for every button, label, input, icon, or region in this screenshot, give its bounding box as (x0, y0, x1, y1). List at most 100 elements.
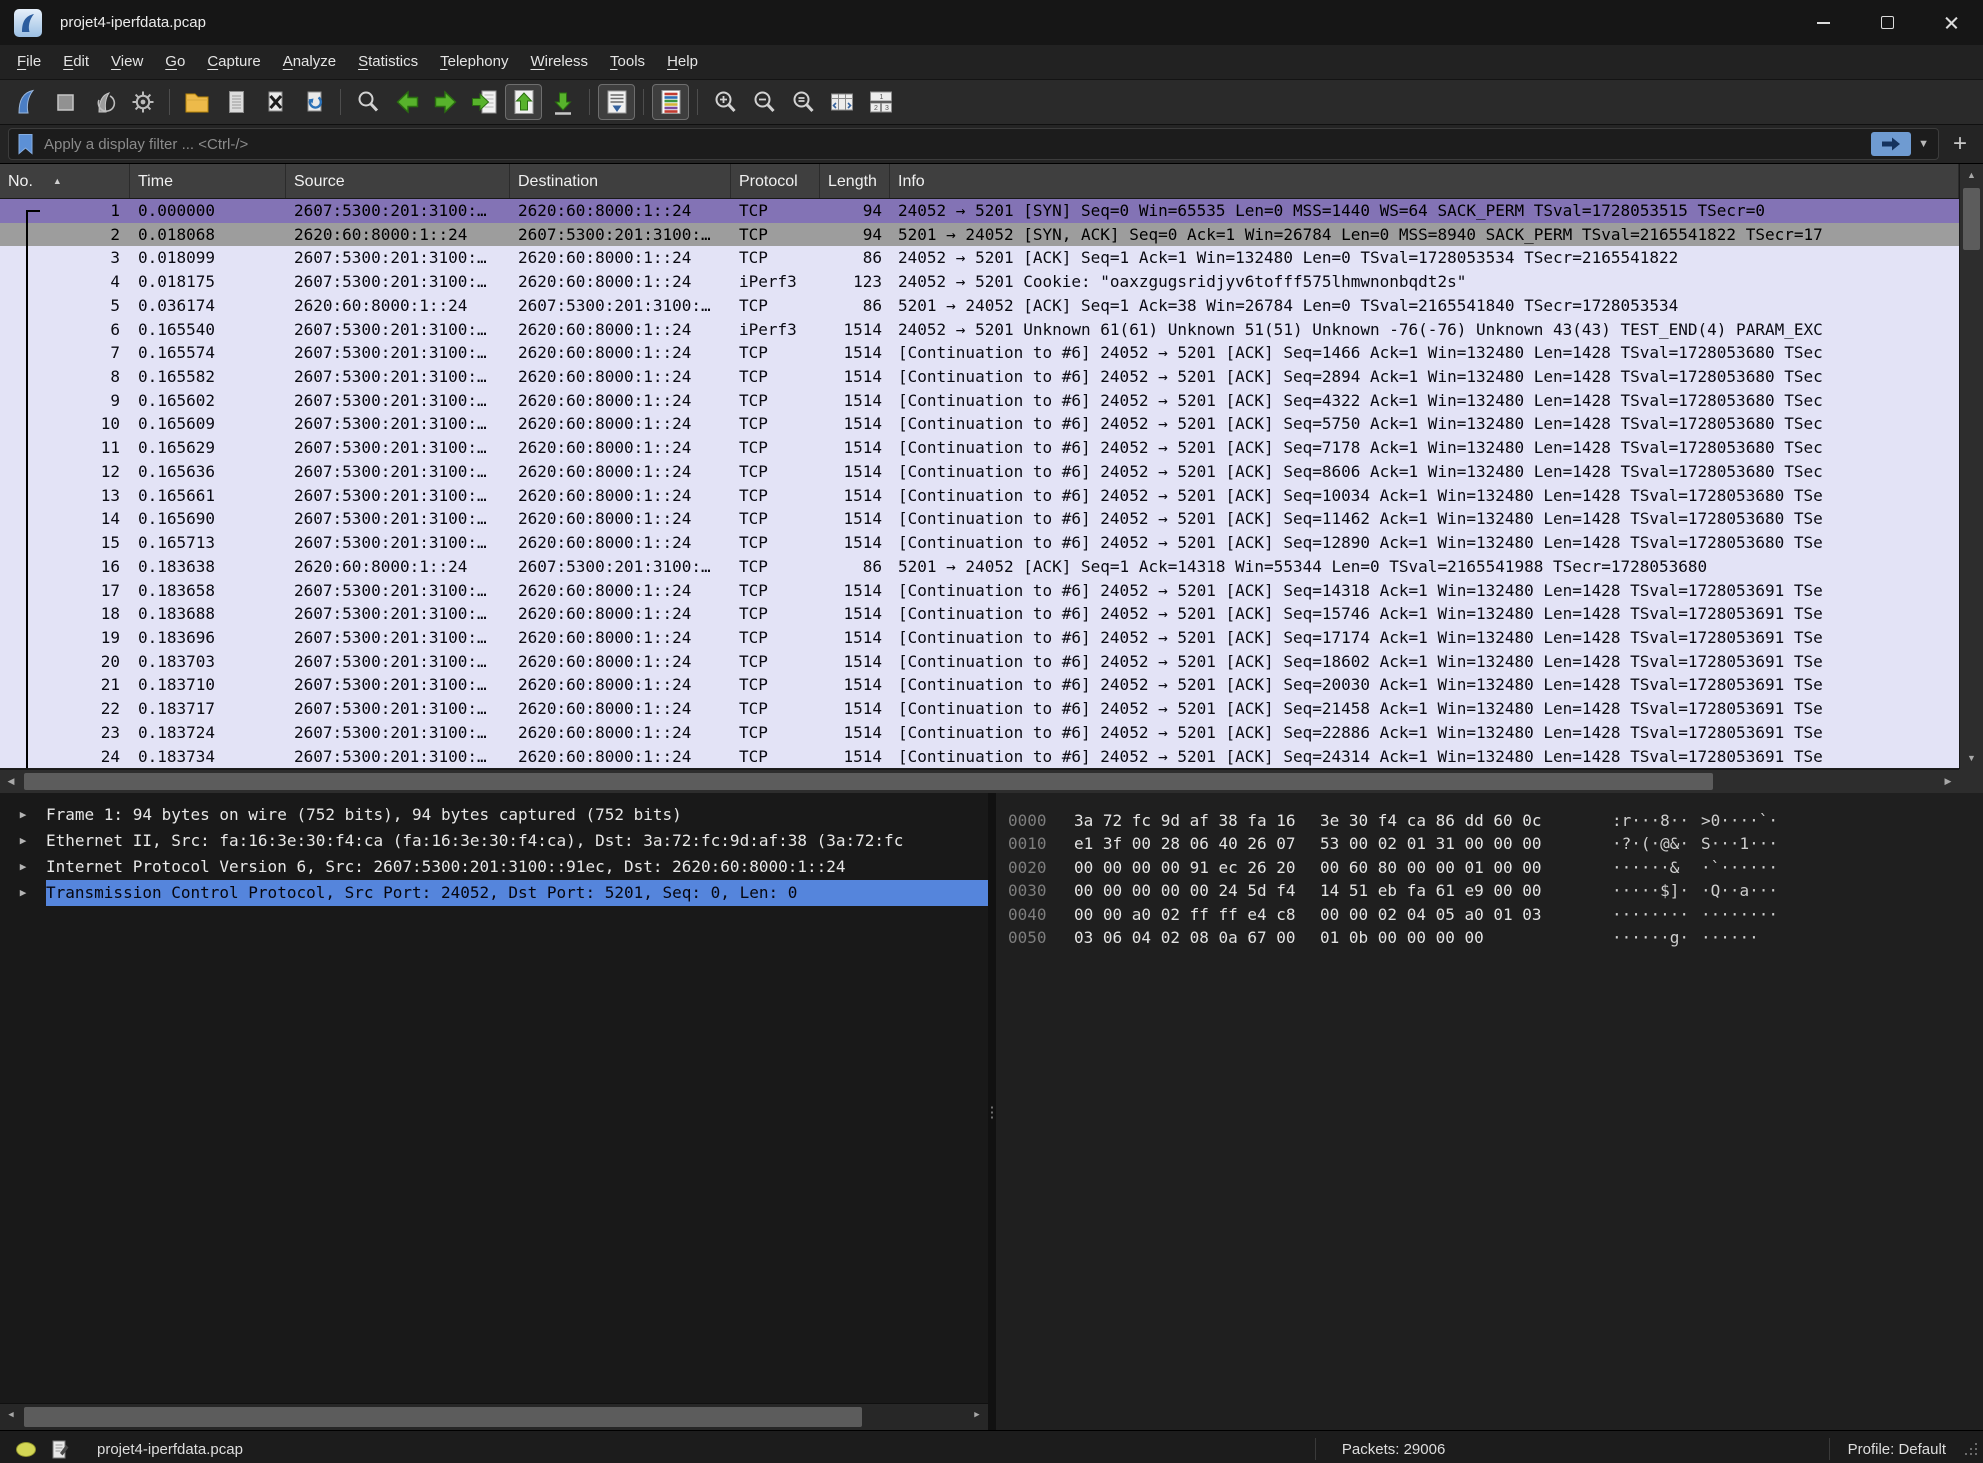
packet-row[interactable]: 230.1837242607:5300:201:3100:…2620:60:80… (0, 721, 1959, 745)
packet-row[interactable]: 200.1837032607:5300:201:3100:…2620:60:80… (0, 650, 1959, 674)
packet-row[interactable]: 130.1656612607:5300:201:3100:…2620:60:80… (0, 484, 1959, 508)
minimize-button[interactable] (1791, 0, 1855, 45)
detail-tree-row[interactable]: ▶Frame 1: 94 bytes on wire (752 bits), 9… (0, 802, 988, 828)
zoom-in-button[interactable] (706, 84, 743, 120)
reload-file-button[interactable] (295, 84, 332, 120)
packet-row[interactable]: 30.0180992607:5300:201:3100:…2620:60:800… (0, 246, 1959, 270)
column-header-length[interactable]: Length (820, 164, 890, 198)
menu-telephony[interactable]: Telephony (429, 45, 519, 79)
hex-row[interactable]: 004000 00 a0 02 ff ff e4 c800 00 02 04 0… (1008, 903, 1983, 926)
column-header-protocol[interactable]: Protocol (731, 164, 820, 198)
save-file-button[interactable] (217, 84, 254, 120)
packet-list-vertical-scrollbar[interactable]: ▲ ▼ (1959, 164, 1983, 769)
scroll-up-icon[interactable]: ▲ (1960, 164, 1983, 186)
packet-row[interactable]: 150.1657132607:5300:201:3100:…2620:60:80… (0, 531, 1959, 555)
packet-row[interactable]: 220.1837172607:5300:201:3100:…2620:60:80… (0, 697, 1959, 721)
stop-capture-button[interactable] (46, 84, 83, 120)
details-horizontal-scrollbar[interactable]: ◀ ▶ (0, 1403, 988, 1430)
menu-go[interactable]: Go (154, 45, 196, 79)
open-file-button[interactable] (178, 84, 215, 120)
zoom-original-button[interactable] (784, 84, 821, 120)
scroll-right-icon[interactable]: ▶ (966, 1404, 988, 1430)
resize-grip[interactable] (1964, 1442, 1978, 1456)
packet-row[interactable]: 210.1837102607:5300:201:3100:…2620:60:80… (0, 673, 1959, 697)
packet-row[interactable]: 60.1655402607:5300:201:3100:…2620:60:800… (0, 318, 1959, 342)
menu-tools[interactable]: Tools (599, 45, 656, 79)
vertical-scroll-thumb[interactable] (1963, 188, 1980, 250)
go-forward-button[interactable] (427, 84, 464, 120)
packet-row[interactable]: 70.1655742607:5300:201:3100:…2620:60:800… (0, 341, 1959, 365)
packet-row[interactable]: 120.1656362607:5300:201:3100:…2620:60:80… (0, 460, 1959, 484)
capture-options-button[interactable] (124, 84, 161, 120)
menu-view[interactable]: View (100, 45, 154, 79)
menu-edit[interactable]: Edit (52, 45, 100, 79)
expert-info-icon[interactable] (16, 1442, 36, 1457)
hex-row[interactable]: 0010e1 3f 00 28 06 40 26 0753 00 02 01 3… (1008, 832, 1983, 855)
detail-tree-row[interactable]: ▶Ethernet II, Src: fa:16:3e:30:f4:ca (fa… (0, 828, 988, 854)
expand-arrow-icon[interactable]: ▶ (0, 854, 46, 880)
go-to-bottom-button[interactable] (544, 84, 581, 120)
filter-bookmark-icon[interactable] (17, 133, 34, 155)
packet-list-horizontal-scrollbar[interactable]: ◀ ▶ (0, 769, 1959, 793)
column-header-time[interactable]: Time (130, 164, 286, 198)
hex-row[interactable]: 00003a 72 fc 9d af 38 fa 163e 30 f4 ca 8… (1008, 809, 1983, 832)
go-to-top-button[interactable] (505, 84, 542, 120)
packet-row[interactable]: 190.1836962607:5300:201:3100:…2620:60:80… (0, 626, 1959, 650)
column-header-source[interactable]: Source (286, 164, 510, 198)
packet-row[interactable]: 160.1836382620:60:8000:1::242607:5300:20… (0, 555, 1959, 579)
status-profile[interactable]: Profile: Default (1830, 1441, 1964, 1458)
add-filter-button[interactable]: + (1945, 129, 1975, 159)
hex-row[interactable]: 003000 00 00 00 00 24 5d f414 51 eb fa 6… (1008, 879, 1983, 902)
packet-row[interactable]: 90.1656022607:5300:201:3100:…2620:60:800… (0, 389, 1959, 413)
apply-filter-button[interactable] (1871, 132, 1911, 156)
layout-panes-button[interactable]: 123 (862, 84, 899, 120)
restart-capture-button[interactable] (85, 84, 122, 120)
start-capture-button[interactable] (7, 84, 44, 120)
packet-row[interactable]: 80.1655822607:5300:201:3100:…2620:60:800… (0, 365, 1959, 389)
pane-splitter[interactable]: ⋮ (988, 793, 996, 1430)
packet-row[interactable]: 240.1837342607:5300:201:3100:…2620:60:80… (0, 745, 1959, 769)
zoom-out-button[interactable] (745, 84, 782, 120)
display-filter-input[interactable] (42, 135, 1867, 154)
packet-row[interactable]: 170.1836582607:5300:201:3100:…2620:60:80… (0, 579, 1959, 603)
menu-file[interactable]: File (6, 45, 52, 79)
hex-row[interactable]: 005003 06 04 02 08 0a 67 0001 0b 00 00 0… (1008, 926, 1983, 949)
capture-comment-icon[interactable] (52, 1440, 69, 1459)
packet-row[interactable]: 20.0180682620:60:8000:1::242607:5300:201… (0, 223, 1959, 247)
expand-arrow-icon[interactable]: ▶ (0, 880, 46, 906)
horizontal-scroll-thumb[interactable] (24, 1407, 862, 1427)
menu-wireless[interactable]: Wireless (520, 45, 600, 79)
menu-analyze[interactable]: Analyze (272, 45, 347, 79)
detail-tree-row[interactable]: ▶Transmission Control Protocol, Src Port… (0, 880, 988, 906)
hex-row[interactable]: 002000 00 00 00 91 ec 26 2000 60 80 00 0… (1008, 856, 1983, 879)
auto-scroll-button[interactable] (598, 84, 635, 120)
scroll-left-icon[interactable]: ◀ (0, 1404, 22, 1430)
detail-tree-row[interactable]: ▶Internet Protocol Version 6, Src: 2607:… (0, 854, 988, 880)
colorize-button[interactable] (652, 84, 689, 120)
packet-row[interactable]: 100.1656092607:5300:201:3100:…2620:60:80… (0, 412, 1959, 436)
expand-arrow-icon[interactable]: ▶ (0, 828, 46, 854)
maximize-button[interactable] (1855, 0, 1919, 45)
close-button[interactable] (1919, 0, 1983, 45)
horizontal-scroll-thumb[interactable] (24, 773, 1713, 790)
column-header-info[interactable]: Info (890, 164, 1959, 198)
packet-row[interactable]: 140.1656902607:5300:201:3100:…2620:60:80… (0, 507, 1959, 531)
close-file-button[interactable] (256, 84, 293, 120)
packet-row[interactable]: 180.1836882607:5300:201:3100:…2620:60:80… (0, 602, 1959, 626)
scroll-left-icon[interactable]: ◀ (0, 770, 22, 793)
menu-help[interactable]: Help (656, 45, 709, 79)
packet-row[interactable]: 40.0181752607:5300:201:3100:…2620:60:800… (0, 270, 1959, 294)
expand-arrow-icon[interactable]: ▶ (0, 802, 46, 828)
filter-dropdown-caret-icon[interactable]: ▼ (1918, 138, 1929, 150)
find-packet-button[interactable] (349, 84, 386, 120)
menu-capture[interactable]: Capture (196, 45, 271, 79)
packet-row[interactable]: 110.1656292607:5300:201:3100:…2620:60:80… (0, 436, 1959, 460)
packet-row[interactable]: 50.0361742620:60:8000:1::242607:5300:201… (0, 294, 1959, 318)
menu-statistics[interactable]: Statistics (347, 45, 429, 79)
go-back-button[interactable] (388, 84, 425, 120)
packet-row[interactable]: 10.0000002607:5300:201:3100:…2620:60:800… (0, 199, 1959, 223)
column-header-destination[interactable]: Destination (510, 164, 731, 198)
scroll-down-icon[interactable]: ▼ (1960, 747, 1983, 769)
resize-columns-button[interactable] (823, 84, 860, 120)
column-header-no[interactable]: No.▲ (0, 164, 130, 198)
